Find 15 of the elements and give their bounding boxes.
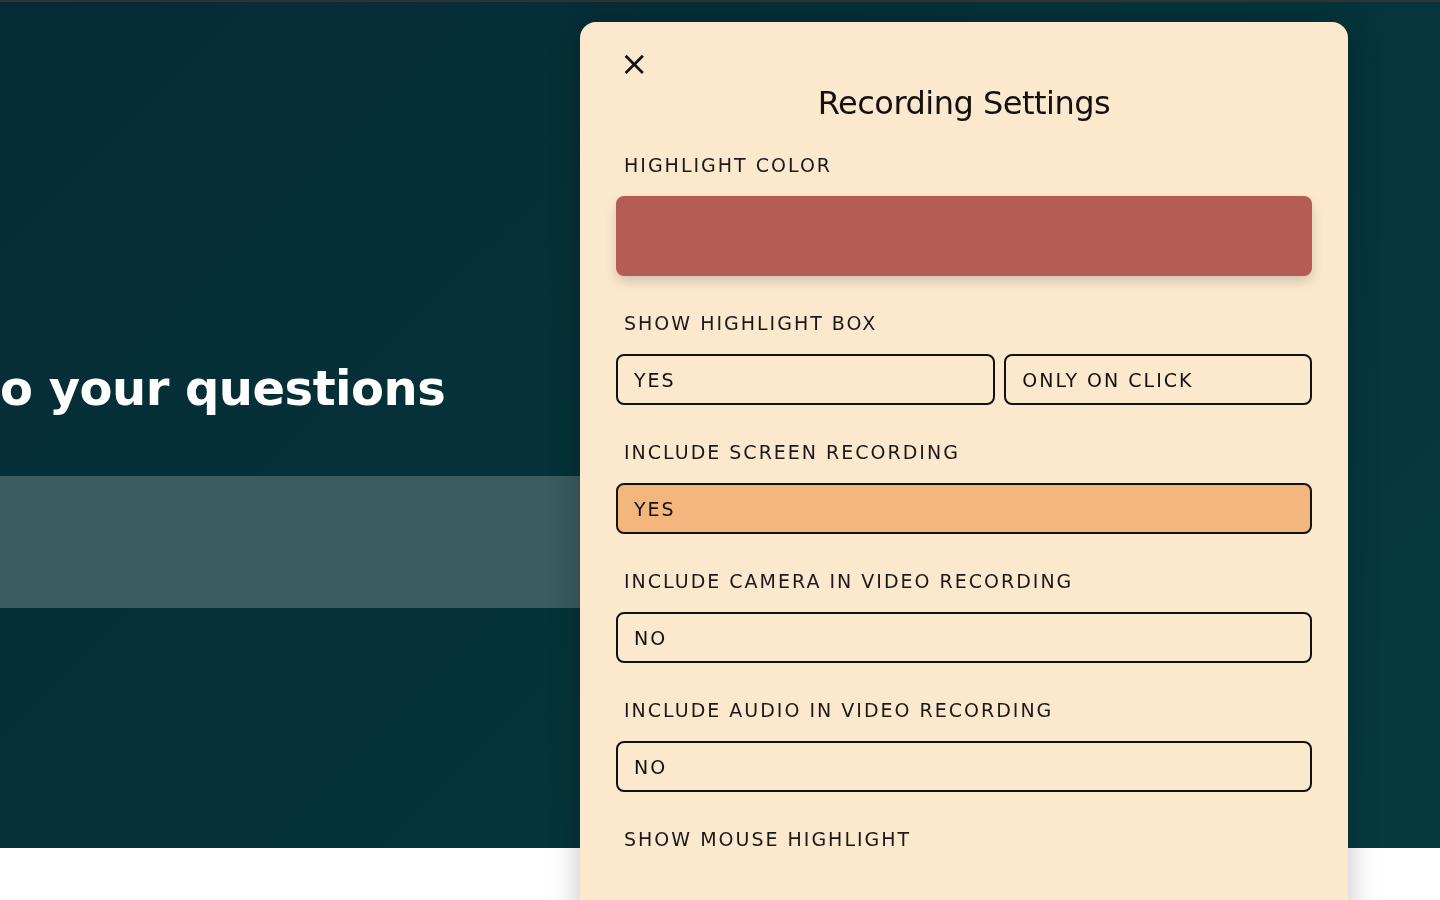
setting-label: SHOW MOUSE HIGHLIGHT (623, 828, 913, 850)
option-button[interactable]: YES (616, 354, 996, 405)
dialog-title: Recording Settings (816, 84, 1112, 122)
close-button[interactable]: × (616, 46, 653, 80)
hero-heading: o your questions (0, 360, 446, 416)
option-button[interactable]: NO (616, 741, 1312, 792)
option-button[interactable]: ONLY ON CLICK (1004, 354, 1312, 405)
color-swatch[interactable] (616, 196, 1312, 276)
setting-label: INCLUDE SCREEN RECORDING (623, 441, 961, 463)
setting-label: INCLUDE CAMERA IN VIDEO RECORDING (623, 570, 1075, 592)
setting-label: SHOW HIGHLIGHT BOX (623, 312, 879, 334)
setting-label: HIGHLIGHT COLOR (623, 154, 834, 176)
option-button[interactable]: NO (616, 612, 1312, 663)
setting-label: INCLUDE AUDIO IN VIDEO RECORDING (623, 699, 1055, 721)
option-button[interactable]: YES (616, 483, 1312, 534)
